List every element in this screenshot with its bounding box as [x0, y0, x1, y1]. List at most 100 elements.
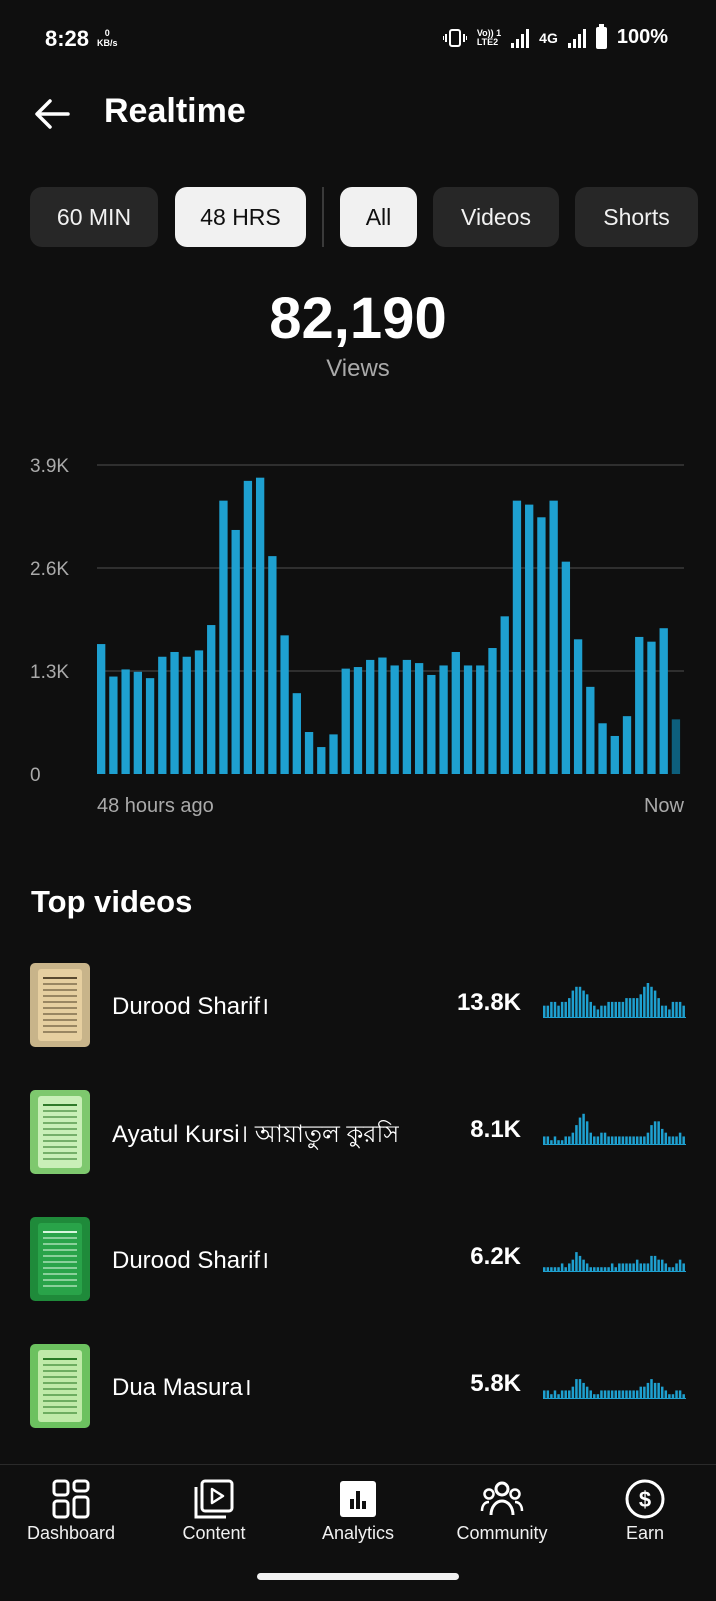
sparkline-bar — [614, 1267, 617, 1271]
sparkline-bar — [614, 1390, 617, 1398]
chip-videos[interactable]: Videos — [433, 187, 559, 247]
nav-analytics-label: Analytics — [321, 1523, 395, 1543]
sparkline-bar — [675, 1001, 678, 1017]
chart-bar — [476, 665, 485, 774]
thumbnail-text-line — [43, 1267, 77, 1269]
sparkline-bar — [589, 1267, 592, 1271]
video-row-2[interactable]: Ayatul Kursi। আয়াতুল কুরসি 8.1K — [0, 1090, 716, 1174]
sparkline-bar — [668, 1394, 671, 1398]
sparkline-bar — [653, 1382, 657, 1398]
sparkline-bar — [560, 1390, 564, 1398]
sparkline-bar — [614, 1001, 617, 1017]
sparkline-bar — [657, 1382, 660, 1398]
sparkline-bar — [621, 1136, 625, 1144]
chart-bar — [231, 529, 240, 774]
chip-60-min[interactable]: 60 MIN — [30, 187, 158, 247]
chart-bar — [219, 500, 228, 774]
thumbnail-text-line — [43, 977, 77, 979]
thumbnail-text-line — [43, 983, 77, 985]
thumbnail-text-line — [43, 1025, 77, 1027]
chart-bar — [586, 686, 595, 774]
battery-icon — [595, 23, 607, 49]
chart-bar — [280, 635, 289, 774]
video-sparkline — [543, 983, 686, 1018]
sparkline-bar — [632, 1136, 635, 1144]
chart-bar — [317, 747, 326, 774]
video-thumbnail — [30, 1090, 90, 1174]
sparkline-bar — [632, 998, 635, 1017]
sparkline-bar — [671, 1136, 675, 1144]
sparkline-bar — [632, 1263, 635, 1271]
video-row-3[interactable]: Durood Sharif। 6.2K — [0, 1217, 716, 1301]
sparkline-bar — [621, 1001, 625, 1017]
nav-content[interactable]: Content — [144, 1465, 284, 1575]
thumbnail-text-line — [43, 1007, 77, 1009]
status-bar: 8:28 0 KB/s Vo)) 1 LTE2 4G 100% — [0, 0, 716, 82]
chart-x-start-label: 48 hours ago — [97, 795, 214, 817]
signal-icon — [511, 28, 530, 48]
video-row-1[interactable]: Durood Sharif। 13.8K — [0, 963, 716, 1047]
sparkline-bar — [639, 994, 643, 1017]
nav-dashboard[interactable]: Dashboard — [1, 1465, 141, 1575]
video-title: Durood Sharif। — [112, 1247, 270, 1274]
sparkline-bar — [582, 990, 585, 1017]
chart-bar — [133, 671, 143, 774]
analytics-icon — [340, 1481, 376, 1517]
thumbnail-text-line — [43, 1400, 77, 1402]
sparkline-bar — [610, 1136, 614, 1144]
chart-bar — [207, 625, 216, 774]
sparkline-bar — [564, 1267, 567, 1271]
sparkline-bar — [557, 1005, 560, 1017]
sparkline-bar — [650, 986, 653, 1017]
back-button[interactable] — [32, 94, 72, 134]
sparkline-bar — [603, 1132, 607, 1144]
thumbnail-text-line — [43, 989, 77, 991]
sparkline-bar — [671, 1267, 675, 1271]
status-icons: Vo)) 1 LTE2 4G 100% — [442, 23, 668, 49]
video-row-4[interactable]: Dua Masura। 5.8K — [0, 1344, 716, 1428]
sparkline-bar — [603, 1005, 607, 1017]
video-views: 13.8K — [456, 989, 521, 1016]
sparkline-bar — [646, 1132, 650, 1144]
sparkline-bar — [618, 1001, 621, 1017]
sparkline-bar — [678, 1001, 682, 1017]
chart-bar — [255, 477, 265, 774]
page-title: Realtime — [104, 92, 246, 130]
chart-bar — [635, 636, 644, 774]
sparkline-bar — [596, 1136, 600, 1144]
home-indicator[interactable] — [257, 1573, 459, 1580]
chart-bar — [610, 735, 619, 774]
chip-48-hrs[interactable]: 48 HRS — [175, 187, 306, 247]
svg-text:$: $ — [639, 1487, 651, 1512]
nav-community[interactable]: Community — [432, 1465, 572, 1575]
video-title: Durood Sharif। — [112, 993, 270, 1020]
nav-earn[interactable]: $ Earn — [575, 1465, 715, 1575]
chip-shorts[interactable]: Shorts — [575, 187, 698, 247]
thumbnail-text-line — [43, 1122, 77, 1124]
vibrate-icon — [442, 28, 467, 47]
sparkline-bar — [568, 1390, 571, 1398]
chart-bar — [353, 667, 363, 774]
sparkline-bar — [600, 1005, 603, 1017]
chart-bar — [659, 628, 668, 774]
chart-bars — [97, 477, 681, 774]
sparkline-bar — [575, 986, 578, 1017]
chip-all[interactable]: All — [340, 187, 417, 247]
sparkline-bar — [628, 998, 632, 1017]
sparkline-bar — [578, 1255, 582, 1271]
sparkline-bar — [675, 1263, 678, 1271]
sparkline-bar — [578, 1379, 582, 1398]
thumbnail-text-line — [43, 1376, 77, 1378]
chart-bar — [414, 663, 424, 774]
sparkline-bar — [664, 1005, 668, 1017]
sparkline-bar — [653, 990, 657, 1017]
sparkline-bar — [568, 1263, 571, 1271]
thumbnail-text-line — [43, 1001, 77, 1003]
nav-content-label: Content — [182, 1523, 246, 1543]
chart-bar — [109, 676, 118, 774]
sparkline-bar — [635, 1136, 639, 1144]
sparkline-bar — [639, 1386, 643, 1398]
nav-analytics[interactable]: Analytics — [288, 1465, 428, 1575]
views-label: Views — [326, 355, 390, 382]
chart-bar — [573, 639, 583, 774]
